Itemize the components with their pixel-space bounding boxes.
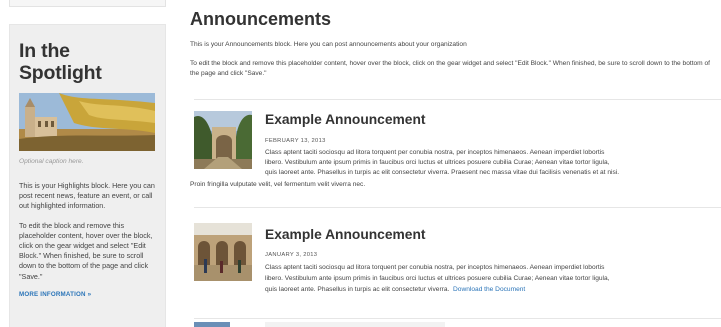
spotlight-sidebar: In the Spotlight Optional caption here. … bbox=[9, 24, 166, 327]
spotlight-title: In the Spotlight bbox=[19, 40, 102, 84]
announcement-body-line: Class aptent taciti sociosqu ad litora t… bbox=[265, 149, 605, 156]
announcement-date: JANUARY 3, 2013 bbox=[265, 252, 318, 258]
spotlight-paragraph: To edit the block and remove this placeh… bbox=[19, 220, 153, 281]
announcement-title[interactable]: Example Announcement bbox=[265, 112, 425, 127]
more-information-link[interactable]: MORE INFORMATION » bbox=[19, 291, 156, 298]
announcement-thumbnail[interactable] bbox=[194, 322, 230, 327]
spotlight-caption: Optional caption here. bbox=[19, 158, 84, 165]
announcement-body-text: quis laoreet ante. Phasellus in turpis a… bbox=[265, 286, 450, 293]
spotlight-text: This is your Highlights block. Here you … bbox=[19, 181, 156, 282]
sidebar-top-block bbox=[9, 0, 166, 7]
divider bbox=[194, 207, 721, 208]
announcement-title[interactable]: Example Announcement bbox=[265, 227, 425, 242]
download-document-link[interactable]: Download the Document bbox=[453, 286, 525, 293]
announcement-body-line: libero. Vestibulum ante ipsum primis in … bbox=[265, 159, 610, 166]
announcement-title[interactable] bbox=[265, 322, 445, 327]
divider bbox=[194, 99, 721, 100]
announcement-body-line: Class aptent taciti sociosqu ad litora t… bbox=[265, 264, 605, 271]
announcement-body-line: Proin fringilla vulputate velit, vel fer… bbox=[190, 181, 366, 188]
divider bbox=[194, 318, 721, 319]
announcements-instructions: To edit the block and remove this placeh… bbox=[190, 60, 711, 77]
announcement-thumbnail[interactable] bbox=[194, 111, 252, 169]
spotlight-image bbox=[19, 93, 155, 151]
announcement-body-line: quis laoreet ante. Phasellus in turpis a… bbox=[265, 285, 525, 295]
announcement-thumbnail[interactable] bbox=[194, 223, 252, 281]
announcement-date: FEBRUARY 13, 2013 bbox=[265, 138, 326, 144]
spotlight-paragraph: This is your Highlights block. Here you … bbox=[19, 181, 155, 211]
announcements-intro: This is your Announcements block. Here y… bbox=[190, 41, 467, 48]
announcements-heading: Announcements bbox=[190, 9, 332, 29]
announcement-body-line: libero. Vestibulum ante ipsum primis in … bbox=[265, 275, 610, 282]
announcement-body-line: quis laoreet ante. Phasellus in turpis a… bbox=[265, 169, 620, 176]
